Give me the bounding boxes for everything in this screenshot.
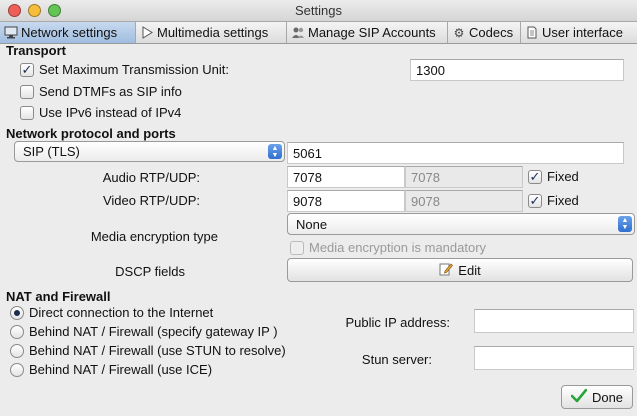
audio-fixed-checkbox-row[interactable]: ✓ Fixed — [528, 169, 579, 184]
edit-button-label: Edit — [458, 262, 481, 278]
play-icon — [140, 26, 154, 40]
mtu-checkbox-row[interactable]: ✓ Set Maximum Transmission Unit: — [20, 62, 229, 77]
protocol-select-value: SIP (TLS) — [23, 144, 80, 159]
nat-radio-stun[interactable] — [10, 343, 24, 358]
media-encryption-select-value: None — [296, 216, 328, 232]
public-ip-input[interactable] — [474, 309, 634, 333]
nat-option-label: Behind NAT / Firewall (use STUN to resol… — [29, 343, 286, 358]
video-port-input[interactable]: 9078 — [287, 190, 405, 212]
public-ip-label: Public IP address: — [345, 315, 450, 330]
gear-icon: ⚙ — [453, 25, 465, 40]
dscp-label: DSCP fields — [115, 264, 185, 279]
tab-bar: Network settings Multimedia settings Man… — [0, 22, 637, 44]
mtu-label: Set Maximum Transmission Unit: — [39, 62, 229, 77]
pencil-icon — [439, 262, 454, 279]
ipv6-label: Use IPv6 instead of IPv4 — [39, 105, 182, 120]
media-encryption-mandatory-row: Media encryption is mandatory — [290, 240, 486, 255]
dtmf-checkbox[interactable] — [20, 84, 34, 99]
transport-heading: Transport — [6, 43, 66, 58]
ipv6-checkbox-row[interactable]: Use IPv6 instead of IPv4 — [20, 105, 181, 120]
video-fixed-label: Fixed — [547, 193, 579, 208]
dscp-edit-button[interactable]: Edit — [287, 258, 633, 282]
window-title: Settings — [295, 3, 342, 18]
nat-option-direct[interactable]: Direct connection to the Internet — [10, 305, 213, 320]
tab-label: Multimedia settings — [157, 25, 269, 40]
document-icon — [525, 26, 539, 40]
nat-option-ice[interactable]: Behind NAT / Firewall (use ICE) — [10, 362, 212, 377]
people-icon — [291, 26, 305, 40]
nat-option-stun[interactable]: Behind NAT / Firewall (use STUN to resol… — [10, 343, 286, 358]
tab-label: Network settings — [21, 25, 118, 40]
done-button-label: Done — [591, 389, 624, 405]
chevron-updown-icon: ▲ ▼ — [618, 216, 632, 232]
protocol-heading: Network protocol and ports — [6, 126, 176, 141]
dtmf-label: Send DTMFs as SIP info — [39, 84, 182, 99]
audio-fixed-label: Fixed — [547, 169, 579, 184]
tab-codecs[interactable]: ⚙ Codecs — [448, 22, 521, 43]
video-rtp-label: Video RTP/UDP: — [102, 193, 200, 208]
video-fixed-checkbox-row[interactable]: ✓ Fixed — [528, 193, 579, 208]
ipv6-checkbox[interactable] — [20, 105, 34, 120]
tab-label: Manage SIP Accounts — [308, 25, 436, 40]
audio-port-max-input: 7078 — [405, 166, 523, 188]
media-encryption-mandatory-checkbox — [290, 240, 304, 255]
mtu-checkbox[interactable]: ✓ — [20, 62, 34, 77]
nat-option-label: Direct connection to the Internet — [29, 305, 214, 320]
tab-network-settings[interactable]: Network settings — [0, 22, 136, 43]
stun-server-input[interactable] — [474, 346, 634, 370]
stun-server-label: Stun server: — [361, 352, 432, 367]
tab-label: User interface — [542, 25, 623, 40]
nat-heading: NAT and Firewall — [6, 289, 111, 304]
tab-multimedia-settings[interactable]: Multimedia settings — [136, 22, 287, 43]
protocol-select[interactable]: SIP (TLS) ▲ ▼ — [14, 141, 285, 162]
tab-user-interface[interactable]: User interface — [521, 22, 637, 43]
video-fixed-checkbox[interactable]: ✓ — [528, 193, 542, 208]
audio-rtp-label: Audio RTP/UDP: — [102, 170, 200, 185]
nat-radio-gateway[interactable] — [10, 324, 24, 339]
nat-option-label: Behind NAT / Firewall (use ICE) — [29, 362, 213, 377]
title-bar: Settings — [0, 0, 637, 22]
tab-manage-sip-accounts[interactable]: Manage SIP Accounts — [287, 22, 448, 43]
nat-radio-ice[interactable] — [10, 362, 24, 377]
media-encryption-mandatory-label: Media encryption is mandatory — [309, 240, 487, 255]
chevron-updown-icon: ▲ ▼ — [268, 144, 282, 159]
nat-option-gateway[interactable]: Behind NAT / Firewall (specify gateway I… — [10, 324, 278, 339]
media-encryption-label: Media encryption type — [90, 229, 218, 244]
nat-radio-direct[interactable] — [10, 305, 24, 320]
nat-option-label: Behind NAT / Firewall (specify gateway I… — [29, 324, 278, 339]
done-button[interactable]: Done — [561, 385, 633, 409]
mtu-input[interactable]: 1300 — [410, 59, 624, 81]
port-input[interactable]: 5061 — [287, 142, 624, 164]
network-icon — [4, 26, 18, 40]
audio-port-input[interactable]: 7078 — [287, 166, 405, 188]
dtmf-checkbox-row[interactable]: Send DTMFs as SIP info — [20, 84, 182, 99]
audio-fixed-checkbox[interactable]: ✓ — [528, 169, 542, 184]
media-encryption-select[interactable]: None ▲ ▼ — [287, 213, 635, 235]
checkmark-icon — [570, 388, 588, 406]
tab-label: Codecs — [469, 25, 514, 40]
video-port-max-input: 9078 — [405, 190, 523, 212]
